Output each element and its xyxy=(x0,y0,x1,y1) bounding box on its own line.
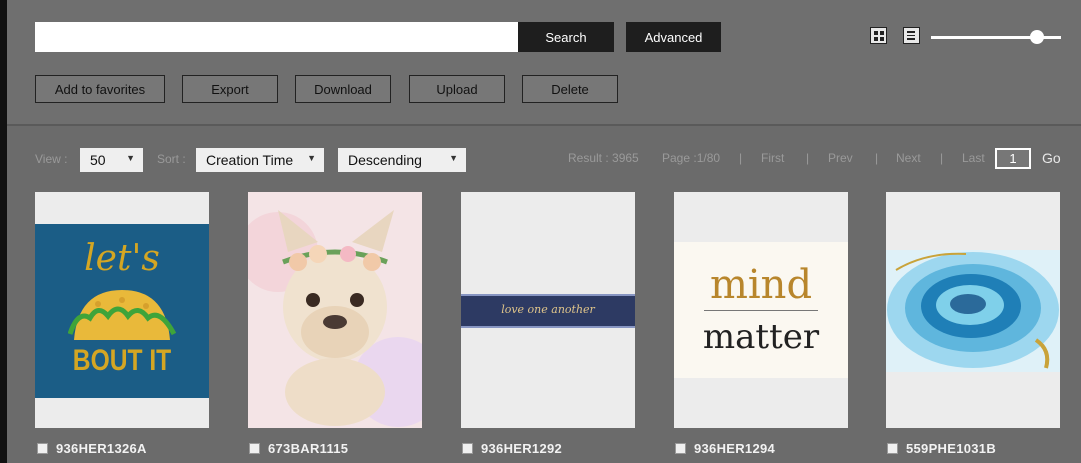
sort-field-select[interactable]: Creation Time ▼ xyxy=(196,148,324,172)
export-button[interactable]: Export xyxy=(182,75,278,103)
geode-illustration xyxy=(886,250,1060,372)
grid-view-icon[interactable] xyxy=(870,27,887,44)
sort-label: Sort : xyxy=(157,152,186,166)
toolbar-divider xyxy=(7,124,1081,126)
pagination-separator: | xyxy=(739,151,743,165)
select-checkbox[interactable] xyxy=(675,442,686,454)
search-button[interactable]: Search xyxy=(518,22,614,52)
view-label: View : xyxy=(35,152,68,166)
image-card[interactable]: let's BOUT IT xyxy=(35,192,209,428)
prev-page-link[interactable]: Prev xyxy=(828,151,853,165)
bulldog-illustration xyxy=(248,192,422,428)
sort-field-value: Creation Time xyxy=(206,152,294,168)
sort-order-select[interactable]: Descending ▼ xyxy=(338,148,466,172)
page-number-input[interactable] xyxy=(995,148,1031,169)
item-id: 936HER1326A xyxy=(56,440,147,456)
image-card[interactable]: love one another xyxy=(461,192,635,428)
pagination-separator: | xyxy=(875,151,879,165)
top-toolbar xyxy=(7,0,1081,124)
item-caption[interactable]: 559PHE1031B xyxy=(887,440,996,456)
page-indicator: Page :1/80 xyxy=(662,151,721,165)
view-count-select[interactable]: 50 ▼ xyxy=(80,148,143,172)
thumbnail-text: let's xyxy=(84,238,160,279)
pagination-separator: | xyxy=(940,151,944,165)
left-edge-bar xyxy=(0,0,7,463)
delete-button[interactable]: Delete xyxy=(522,75,618,103)
select-checkbox[interactable] xyxy=(249,442,260,454)
last-page-link[interactable]: Last xyxy=(962,151,985,165)
view-count-value: 50 xyxy=(90,152,106,168)
chevron-down-icon: ▼ xyxy=(449,153,458,163)
thumbnail-text: BOUT IT xyxy=(72,344,172,377)
chevron-down-icon: ▼ xyxy=(126,153,135,163)
item-id: 936HER1294 xyxy=(694,440,776,456)
sort-order-value: Descending xyxy=(348,152,422,168)
thumbnail-image: let's BOUT IT xyxy=(35,224,209,398)
divider-line xyxy=(704,310,818,311)
image-card[interactable] xyxy=(248,192,422,428)
item-caption[interactable]: 673BAR1115 xyxy=(249,440,348,456)
upload-button[interactable]: Upload xyxy=(409,75,505,103)
item-caption[interactable]: 936HER1292 xyxy=(462,440,562,456)
select-checkbox[interactable] xyxy=(37,442,48,454)
first-page-link[interactable]: First xyxy=(761,151,784,165)
add-to-favorites-button[interactable]: Add to favorites xyxy=(35,75,165,103)
select-checkbox[interactable] xyxy=(887,442,898,454)
item-id: 673BAR1115 xyxy=(268,440,349,456)
select-checkbox[interactable] xyxy=(462,442,473,454)
image-card[interactable]: mind matter xyxy=(674,192,848,428)
chevron-down-icon: ▼ xyxy=(307,153,316,163)
thumbnail-text: matter xyxy=(702,317,820,357)
taco-illustration xyxy=(68,290,176,340)
thumbnail-image: love one another xyxy=(461,294,635,328)
item-id: 936HER1292 xyxy=(481,440,563,456)
go-button[interactable]: Go xyxy=(1042,150,1061,166)
list-view-icon[interactable] xyxy=(903,27,920,44)
item-caption[interactable]: 936HER1294 xyxy=(675,440,775,456)
slider-handle[interactable] xyxy=(1030,30,1044,44)
thumbnail-text: love one another xyxy=(501,303,595,316)
search-input[interactable] xyxy=(35,22,518,52)
thumbnail-text: mind xyxy=(709,262,813,308)
advanced-search-button[interactable]: Advanced xyxy=(626,22,721,52)
thumbnail-image: mind matter xyxy=(674,242,848,378)
item-caption[interactable]: 936HER1326A xyxy=(37,440,147,456)
pagination-separator: | xyxy=(806,151,810,165)
item-id: 559PHE1031B xyxy=(906,440,997,456)
result-count: Result : 3965 xyxy=(568,151,639,165)
image-card[interactable] xyxy=(886,192,1060,428)
next-page-link[interactable]: Next xyxy=(896,151,921,165)
download-button[interactable]: Download xyxy=(295,75,391,103)
